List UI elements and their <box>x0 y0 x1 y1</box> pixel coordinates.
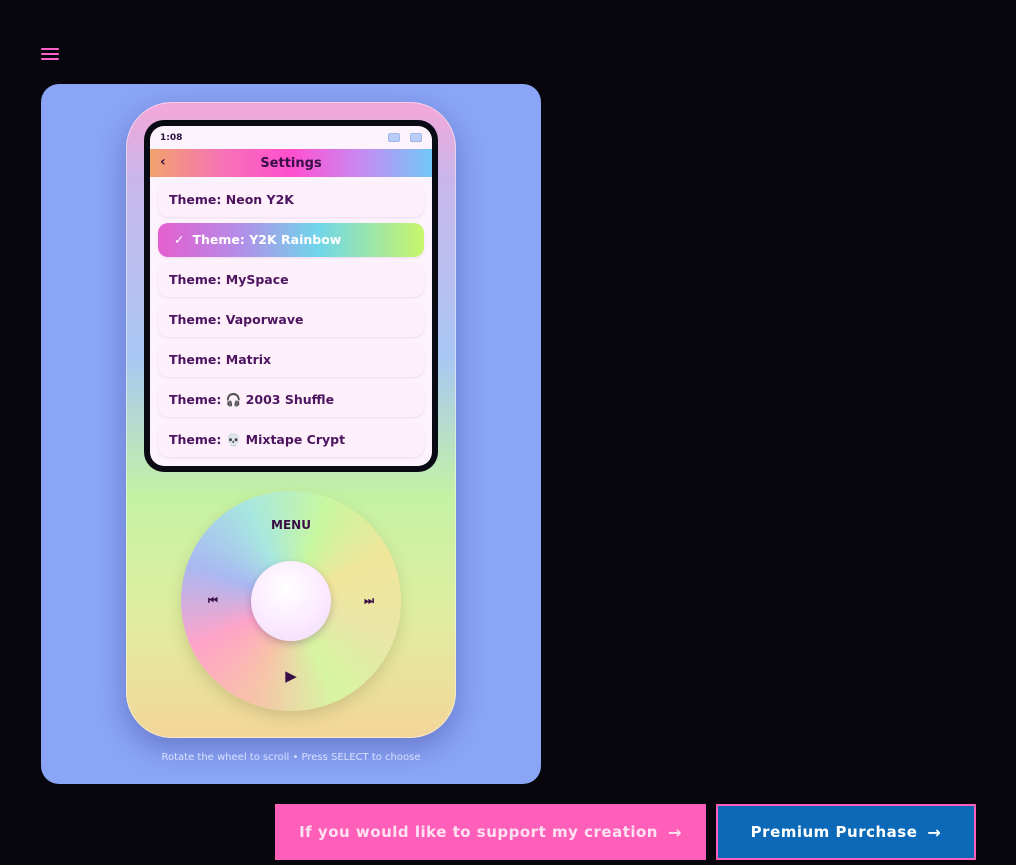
player-panel: 1:08 ‹ Settings Theme: Neon Y2K ✓ Theme: … <box>41 84 541 784</box>
title-bar: ‹ Settings <box>150 149 432 177</box>
theme-item-2003-shuffle[interactable]: Theme: 🎧 2003 Shuffle <box>158 383 424 417</box>
click-wheel[interactable]: MENU ⏮ ⏭ ▶ <box>181 491 401 711</box>
theme-list: Theme: Neon Y2K ✓ Theme: Y2K Rainbow Them… <box>158 183 424 463</box>
theme-label: Theme: Matrix <box>169 352 272 367</box>
play-pause-icon[interactable]: ▶ <box>181 667 401 685</box>
status-icon <box>388 133 400 142</box>
theme-item-mixtape-crypt[interactable]: Theme: 💀 Mixtape Crypt <box>158 423 424 457</box>
theme-item-vaporwave[interactable]: Theme: Vaporwave <box>158 303 424 337</box>
next-track-icon[interactable]: ⏭ <box>364 594 374 608</box>
status-time: 1:08 <box>160 133 183 143</box>
wheel-hint: Rotate the wheel to scroll • Press SELEC… <box>161 752 421 763</box>
ipod-device: 1:08 ‹ Settings Theme: Neon Y2K ✓ Theme: … <box>126 102 456 738</box>
arrow-right-icon: → <box>927 822 942 842</box>
arrow-right-icon: → <box>668 822 682 842</box>
battery-icon <box>410 133 422 142</box>
wheel-menu-button[interactable]: MENU <box>181 518 401 532</box>
theme-item-y2k-rainbow[interactable]: ✓ Theme: Y2K Rainbow <box>158 223 424 257</box>
theme-label: Theme: Vaporwave <box>169 312 304 327</box>
theme-label: Theme: Neon Y2K <box>169 192 294 207</box>
premium-button-label: Premium Purchase <box>750 823 918 841</box>
previous-track-icon[interactable]: ⏮ <box>208 594 218 608</box>
theme-item-matrix[interactable]: Theme: Matrix <box>158 343 424 377</box>
theme-label: Theme: 🎧 2003 Shuffle <box>169 392 335 407</box>
theme-item-myspace[interactable]: Theme: MySpace <box>158 263 424 297</box>
premium-purchase-button[interactable]: Premium Purchase → <box>716 804 976 860</box>
select-button[interactable] <box>251 561 331 641</box>
device-screen: 1:08 ‹ Settings Theme: Neon Y2K ✓ Theme: … <box>144 120 438 472</box>
screen-title: Settings <box>260 156 322 171</box>
theme-label: Theme: Y2K Rainbow <box>192 232 342 247</box>
support-creation-button[interactable]: If you would like to support my creation… <box>275 804 706 860</box>
support-button-label: If you would like to support my creation <box>299 823 658 841</box>
screen-content: 1:08 ‹ Settings Theme: Neon Y2K ✓ Theme: … <box>150 126 432 466</box>
theme-label: Theme: 💀 Mixtape Crypt <box>169 432 346 447</box>
status-bar: 1:08 <box>150 126 432 148</box>
theme-item-neon-y2k[interactable]: Theme: Neon Y2K <box>158 183 424 217</box>
theme-label: Theme: MySpace <box>169 272 289 287</box>
check-icon: ✓ <box>174 232 185 247</box>
hamburger-menu-icon[interactable] <box>41 46 59 62</box>
